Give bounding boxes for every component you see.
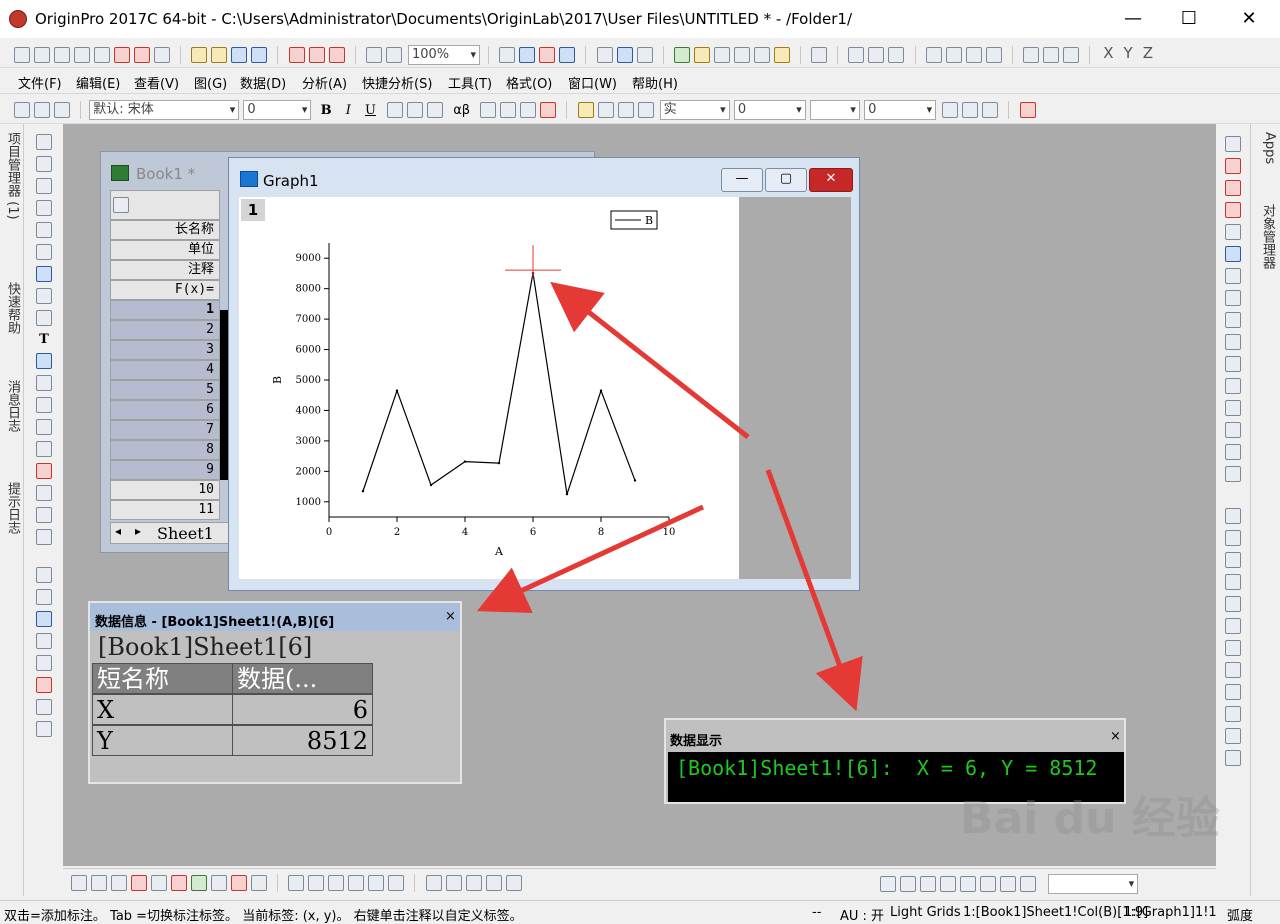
arrow-to-peak (550, 281, 750, 439)
align-vertical-icon[interactable] (960, 876, 976, 892)
axis-style-1-icon[interactable] (1225, 356, 1241, 372)
layout-3-icon[interactable] (1225, 552, 1241, 568)
line-plot-icon[interactable] (71, 875, 87, 891)
layer-3-icon[interactable] (1225, 312, 1241, 328)
layout-11-icon[interactable] (1225, 728, 1241, 744)
same-height-icon[interactable] (1020, 876, 1036, 892)
3d-wall-icon[interactable] (328, 875, 345, 891)
status-grids[interactable]: Light Grids (890, 905, 961, 920)
status-graph-ref: 1:[Graph1]1!1 (1124, 905, 1217, 920)
arrow-to-data-info (476, 504, 705, 613)
axis-x-icon[interactable] (1225, 158, 1241, 174)
axis-style-3-icon[interactable] (1225, 400, 1241, 416)
align-left-icon[interactable] (880, 876, 896, 892)
status-hint: 双击=添加标注。 Tab =切换标注标签。 当前标签: (x, y)。 右键单击… (4, 909, 523, 924)
layout-4-icon[interactable] (1225, 574, 1241, 590)
area-plot-icon[interactable] (151, 875, 167, 891)
layout-1-icon[interactable] (1225, 508, 1241, 524)
tab-apps[interactable]: Apps (1257, 132, 1277, 164)
speed-mode-icon[interactable] (1225, 246, 1241, 262)
axis-style-5-icon[interactable] (1225, 444, 1241, 460)
same-width-icon[interactable] (1000, 876, 1016, 892)
layout-2-icon[interactable] (1225, 530, 1241, 546)
axis-style-6-icon[interactable] (1225, 466, 1241, 482)
3d-bar-icon[interactable] (308, 875, 325, 891)
align-horizontal-icon[interactable] (980, 876, 996, 892)
status-dashes: -- (812, 905, 822, 920)
3d-plot-icon[interactable] (251, 875, 267, 891)
rescale-icon[interactable] (1225, 136, 1241, 152)
layout-10-icon[interactable] (1225, 706, 1241, 722)
axis-style-4-icon[interactable] (1225, 422, 1241, 438)
graph-tools-toolbar (1218, 124, 1248, 894)
status-unit[interactable]: 弧度 (1227, 905, 1253, 924)
layer-1-icon[interactable] (1225, 268, 1241, 284)
right-dock-panel: Apps 对象管理器 (1250, 124, 1280, 896)
plot-toolbar (63, 868, 1216, 896)
status-au[interactable]: AU : 开 (840, 905, 884, 924)
layout-12-icon[interactable] (1225, 750, 1241, 766)
image-plot-icon[interactable] (388, 875, 405, 891)
column-plot-icon[interactable] (131, 875, 147, 891)
axis-y-icon[interactable] (1225, 180, 1241, 196)
template-library-icon[interactable] (425, 875, 442, 891)
add-layer-icon[interactable] (505, 875, 522, 891)
axis-style-2-icon[interactable] (1225, 378, 1241, 394)
baidu-watermark: Bai du 经验 (960, 793, 1220, 844)
3d-surface-icon[interactable] (288, 875, 305, 891)
refresh-plot-icon[interactable] (1225, 224, 1241, 240)
box-plot-icon[interactable] (231, 875, 247, 891)
fill-area-icon[interactable] (191, 875, 207, 891)
status-bar: 双击=添加标注。 Tab =切换标注标签。 当前标签: (x, y)。 右键单击… (0, 900, 1280, 924)
line-symbol-plot-icon[interactable] (111, 875, 127, 891)
align-right-icon[interactable] (900, 876, 916, 892)
object-select[interactable] (1048, 874, 1139, 894)
arrange-layers-icon[interactable] (465, 875, 482, 891)
layout-8-icon[interactable] (1225, 662, 1241, 678)
layout-7-icon[interactable] (1225, 640, 1241, 656)
merge-graph-icon[interactable] (445, 875, 462, 891)
contour-icon[interactable] (368, 875, 385, 891)
layer-4-icon[interactable] (1225, 334, 1241, 350)
extract-layers-icon[interactable] (485, 875, 502, 891)
status-column: 1:[Book1]Sheet1!Col(B)[1:9] (963, 905, 1149, 920)
tab-object-manager[interactable]: 对象管理器 (1257, 204, 1277, 269)
layout-5-icon[interactable] (1225, 596, 1241, 612)
align-bottom-icon[interactable] (940, 876, 956, 892)
align-top-icon[interactable] (920, 876, 936, 892)
scatter-plot-icon[interactable] (91, 875, 107, 891)
layout-6-icon[interactable] (1225, 618, 1241, 634)
matrix-plot-icon[interactable] (348, 875, 365, 891)
layer-2-icon[interactable] (1225, 290, 1241, 306)
axis-xy-icon[interactable] (1225, 202, 1241, 218)
polar-plot-icon[interactable] (211, 875, 227, 891)
layout-9-icon[interactable] (1225, 684, 1241, 700)
stack-plot-icon[interactable] (171, 875, 187, 891)
arrow-to-data-display (765, 469, 863, 712)
